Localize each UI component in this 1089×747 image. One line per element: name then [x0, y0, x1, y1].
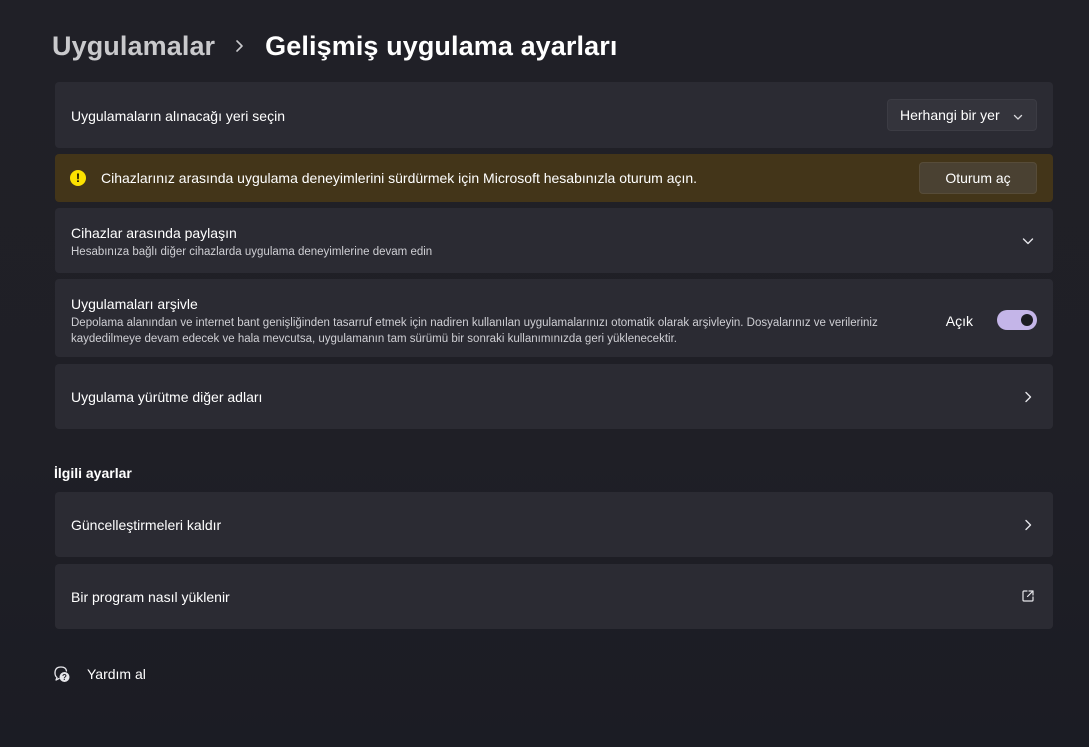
signin-banner-text: Cihazlarınız arasında uygulama deneyimle… [101, 170, 698, 186]
install-program-label: Bir program nasıl yüklenir [71, 589, 230, 605]
chevron-right-icon [231, 38, 247, 54]
archive-text-group: Uygulamaları arşivle Depolama alanından … [71, 296, 891, 347]
archive-apps-card: Uygulamaları arşivle Depolama alanından … [55, 279, 1053, 357]
chevron-right-icon [1021, 518, 1035, 532]
app-source-dropdown[interactable]: Herhangi bir yer [887, 99, 1037, 131]
app-source-card: Uygulamaların alınacağı yeri seçin Herha… [55, 82, 1053, 148]
app-source-selected-value: Herhangi bir yer [900, 107, 1000, 123]
page-title: Gelişmiş uygulama ayarları [265, 30, 618, 61]
share-subtitle: Hesabınıza bağlı diğer cihazlarda uygula… [71, 246, 433, 258]
signin-button[interactable]: Oturum aç [919, 162, 1037, 194]
aliases-title: Uygulama yürütme diğer adları [71, 389, 263, 405]
related-settings-heading: İlgili ayarlar [54, 465, 132, 481]
archive-toggle[interactable] [997, 310, 1037, 330]
archive-toggle-state-label: Açık [945, 313, 973, 329]
get-help-label: Yardım al [87, 666, 146, 682]
breadcrumb: Uygulamalar Gelişmiş uygulama ayarları [52, 26, 617, 66]
share-across-devices-card[interactable]: Cihazlar arasında paylaşın Hesabınıza ba… [55, 208, 1053, 273]
warning-icon: ! [70, 170, 86, 186]
chevron-right-icon [1021, 390, 1035, 404]
share-text-group: Cihazlar arasında paylaşın Hesabınıza ba… [71, 225, 432, 260]
signin-banner: ! Cihazlarınız arasında uygulama deneyim… [55, 154, 1053, 202]
toggle-knob [1021, 314, 1033, 326]
help-chat-icon: ? [52, 664, 72, 684]
app-source-label: Uygulamaların alınacağı yeri seçin [71, 108, 285, 124]
uninstall-updates-label: Güncelleştirmeleri kaldır [71, 517, 222, 533]
get-help-link[interactable]: ? Yardım al [52, 664, 146, 684]
chevron-down-icon[interactable] [1021, 234, 1035, 248]
external-link-icon [1021, 589, 1035, 603]
share-title: Cihazlar arasında paylaşın [71, 225, 237, 241]
install-program-help-card[interactable]: Bir program nasıl yüklenir [55, 564, 1053, 629]
archive-subtitle: Depolama alanından ve internet bant geni… [71, 317, 878, 345]
app-execution-aliases-card[interactable]: Uygulama yürütme diğer adları [55, 364, 1053, 429]
chevron-down-icon [1012, 110, 1024, 122]
breadcrumb-parent-link[interactable]: Uygulamalar [52, 31, 215, 62]
archive-title: Uygulamaları arşivle [71, 296, 198, 312]
svg-text:?: ? [62, 673, 67, 682]
uninstall-updates-card[interactable]: Güncelleştirmeleri kaldır [55, 492, 1053, 557]
